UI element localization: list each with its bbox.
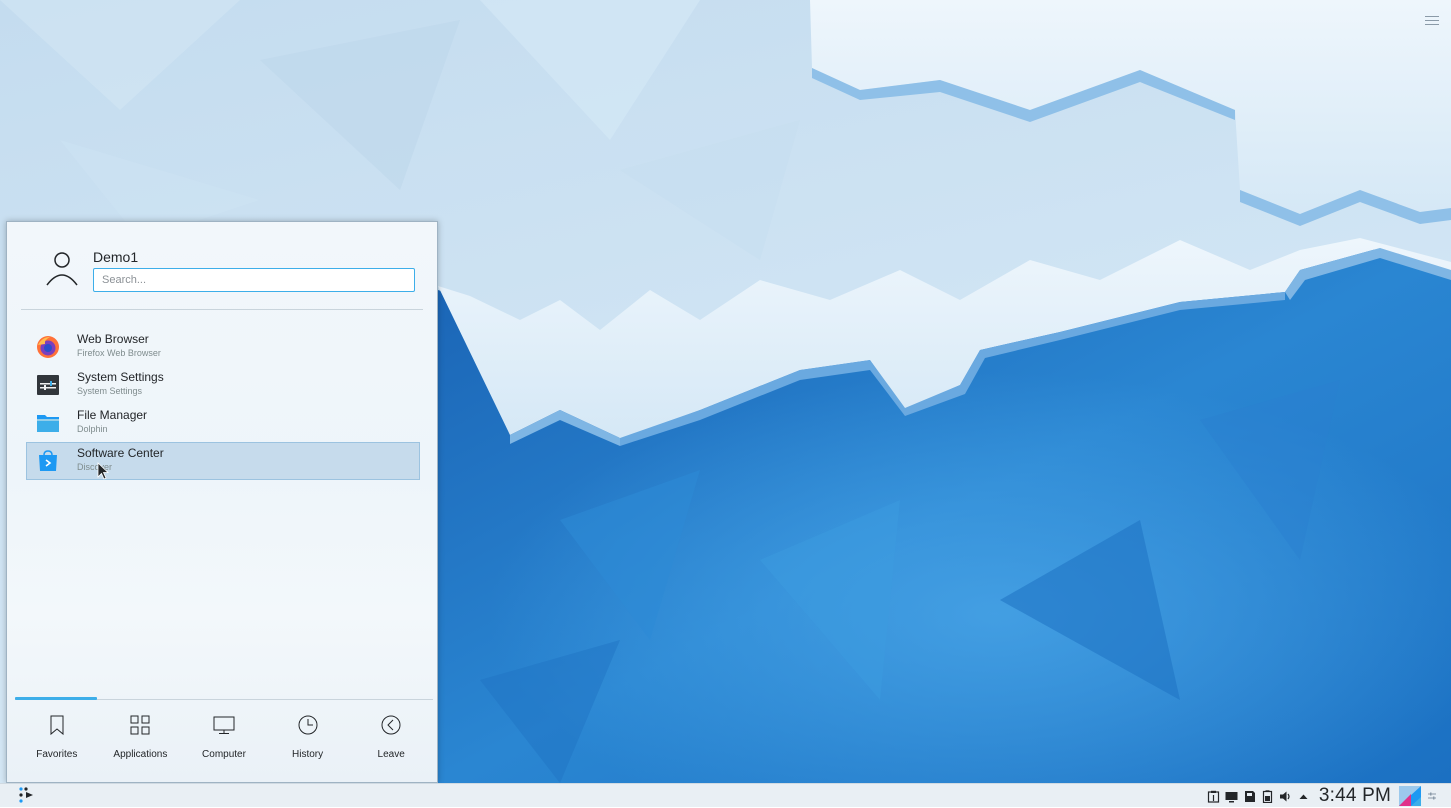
favorite-description: Discover [77,462,113,472]
user-name: Demo1 [93,249,139,265]
taskbar: 3:44 PM [0,783,1451,807]
bookmark-icon [50,715,64,736]
favorite-description: Firefox Web Browser [77,348,161,358]
tab-label: Favorites [36,749,78,760]
favorite-system-settings[interactable]: System Settings System Settings [26,366,420,404]
search-input[interactable] [93,268,415,292]
favorite-name: Software Center [77,446,164,460]
system-settings-icon [37,375,59,395]
clock-icon [298,715,318,735]
application-launcher: Demo1 Web Browser Firefox Web Browser Sy… [6,221,438,783]
discover-icon [39,450,57,471]
panel-settings-icon[interactable] [1427,789,1437,803]
battery-icon[interactable] [1261,789,1274,803]
favorite-web-browser[interactable]: Web Browser Firefox Web Browser [26,328,420,366]
active-tab-indicator [15,697,97,700]
favorite-description: Dolphin [77,424,108,434]
clock[interactable]: 3:44 PM [1319,785,1391,807]
show-desktop-icon[interactable] [1399,786,1421,806]
display-icon[interactable] [1225,790,1238,803]
favorite-software-center[interactable]: Software Center Discover [26,442,420,480]
desktop-menu-icon[interactable] [1425,16,1439,28]
favorites-list: Web Browser Firefox Web Browser System S… [26,328,420,480]
system-tray: 3:44 PM [1207,784,1437,808]
tab-label: Leave [377,749,405,760]
favorite-name: System Settings [77,370,164,384]
tab-favorites[interactable]: Favorites [15,708,99,770]
grid-icon [130,715,150,735]
tab-leave[interactable]: Leave [349,708,433,770]
launcher-tabs: Favorites Applications Computer History … [15,708,433,770]
tab-label: Computer [202,749,246,760]
user-avatar-icon[interactable] [43,249,81,289]
clipboard-icon[interactable] [1207,790,1220,803]
tab-applications[interactable]: Applications [99,708,183,770]
favorite-name: Web Browser [77,332,149,346]
monitor-icon [213,716,235,734]
application-launcher-icon[interactable] [17,785,39,805]
folder-icon [37,415,59,432]
favorite-name: File Manager [77,408,148,422]
expand-tray-icon[interactable] [1297,790,1310,803]
tab-label: Applications [113,749,168,760]
tab-computer[interactable]: Computer [182,708,266,770]
devices-icon[interactable] [1243,790,1256,803]
tab-history[interactable]: History [266,708,350,770]
volume-icon[interactable] [1279,790,1292,803]
header-divider [21,309,423,310]
favorite-description: System Settings [77,386,143,396]
tab-label: History [292,749,324,760]
favorite-file-manager[interactable]: File Manager Dolphin [26,404,420,442]
firefox-icon [37,336,59,358]
leave-icon [381,715,401,735]
